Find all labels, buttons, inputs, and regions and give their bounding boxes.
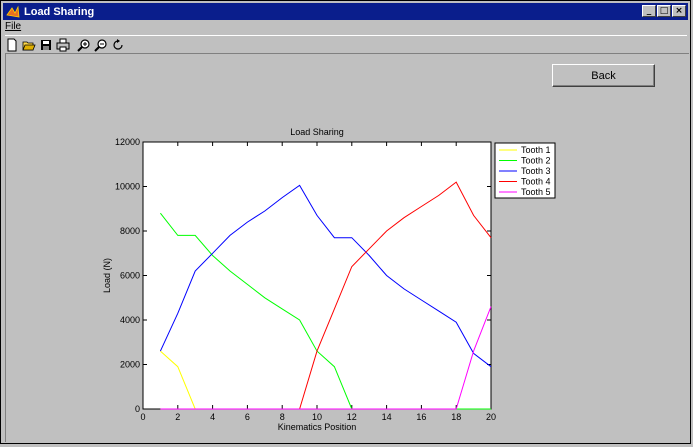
x-tick-label: 10 (312, 412, 322, 422)
x-tick-label: 8 (280, 412, 285, 422)
y-tick-label: 2000 (120, 360, 140, 370)
x-tick-label: 4 (210, 412, 215, 422)
x-axis-label: Kinematics Position (278, 422, 357, 432)
x-tick-label: 2 (175, 412, 180, 422)
x-tick-label: 0 (140, 412, 145, 422)
plot-area (142, 141, 492, 410)
y-tick-label: 6000 (120, 271, 140, 281)
y-axis-label: Load (N) (102, 258, 112, 293)
x-tick-label: 20 (486, 412, 496, 422)
x-tick-label: 14 (382, 412, 392, 422)
x-tick-label: 18 (451, 412, 461, 422)
load-sharing-chart: 0 2 4 6 8 10 12 14 16 18 20 0 2000 4000 6000 8000 10000 1… (102, 127, 556, 432)
y-tick-label: 10000 (115, 182, 140, 192)
chart-title: Load Sharing (290, 127, 344, 137)
legend: Tooth 1Tooth 2Tooth 3Tooth 4Tooth 5 (494, 142, 556, 199)
legend-label: Tooth 5 (521, 187, 551, 197)
app-window: Load Sharing _ □ × File Back 0 2 4 6 8 1… (0, 0, 691, 444)
y-tick-label: 8000 (120, 226, 140, 236)
legend-label: Tooth 4 (521, 177, 551, 187)
y-tick-label: 0 (135, 404, 140, 414)
x-tick-label: 6 (245, 412, 250, 422)
x-tick-label: 16 (416, 412, 426, 422)
x-tick-label: 12 (347, 412, 357, 422)
y-tick-label: 4000 (120, 315, 140, 325)
y-tick-label: 12000 (115, 137, 140, 147)
legend-label: Tooth 2 (521, 156, 551, 166)
legend-label: Tooth 3 (521, 166, 551, 176)
legend-label: Tooth 1 (521, 145, 551, 155)
